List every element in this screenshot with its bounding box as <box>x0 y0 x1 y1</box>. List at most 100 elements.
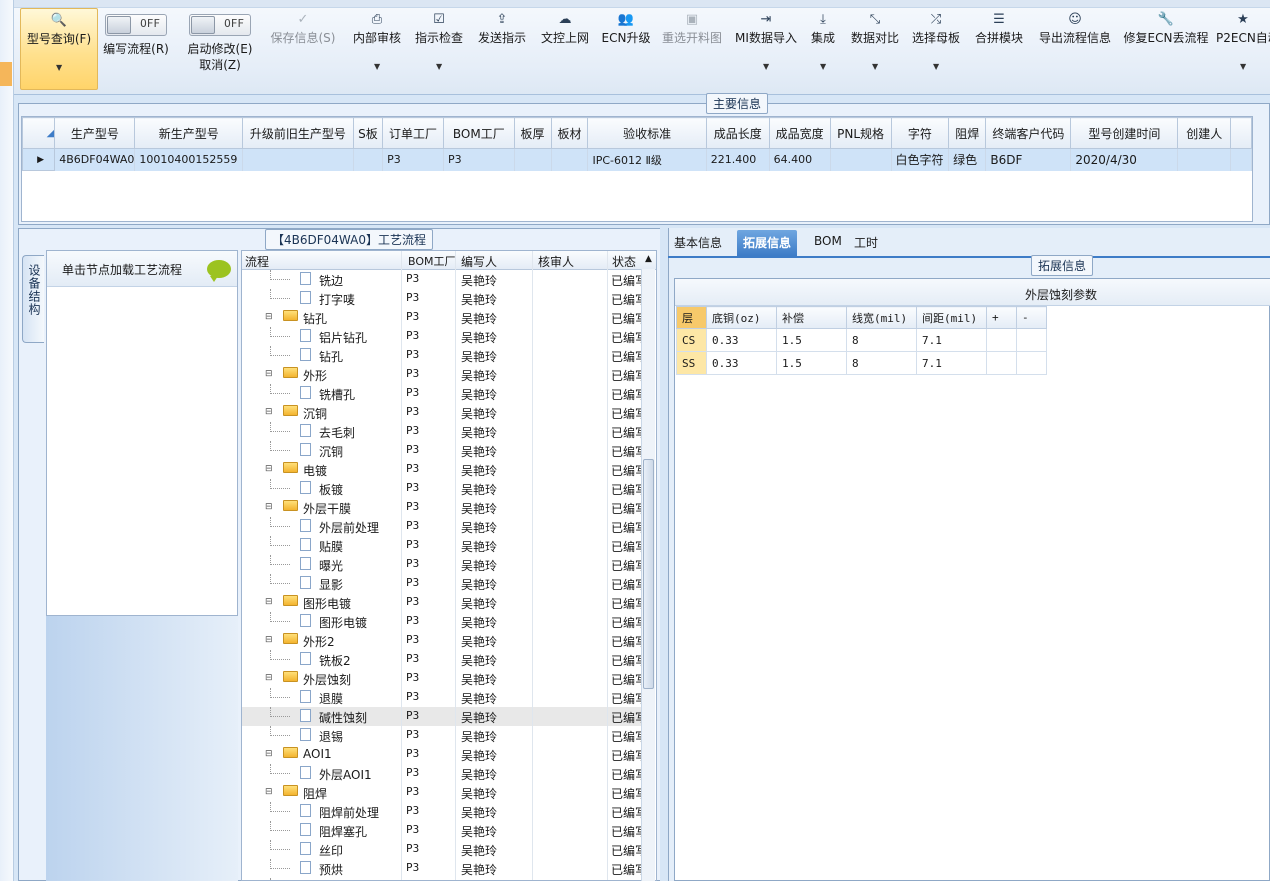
dropdown-arrow-icon[interactable]: ▼ <box>56 63 62 72</box>
integrate-button[interactable]: ⤓ 集成 ▼ <box>806 8 840 90</box>
main-col-header[interactable]: 升级前旧生产型号 <box>242 117 354 149</box>
etch-col-header[interactable]: + <box>986 306 1017 329</box>
tree-node[interactable]: 外层AOI1 P3 吴艳玲 已编写 <box>242 764 647 783</box>
tab-detail[interactable]: BOM <box>808 230 848 256</box>
main-col-header[interactable]: 字符 <box>890 117 950 149</box>
col-status[interactable]: 状态 <box>612 253 636 270</box>
collapse-toggle-icon[interactable]: ⊟ <box>265 464 273 474</box>
tree-node[interactable]: 退膜 P3 吴艳玲 已编写 <box>242 688 647 707</box>
export-flow-button[interactable]: ☺ 导出流程信息 <box>1036 8 1114 90</box>
tree-node[interactable]: 预烘 P3 吴艳玲 已编写 <box>242 859 647 878</box>
tree-node[interactable]: ⊟ 阻焊 P3 吴艳玲 已编写 <box>242 783 647 802</box>
main-col-header[interactable]: BOM工厂 <box>443 117 515 149</box>
etch-cell[interactable]: 1.5 <box>776 328 847 352</box>
etch-cell[interactable]: 7.1 <box>916 328 987 352</box>
etch-col-header[interactable]: - <box>1016 306 1047 329</box>
col-flow[interactable]: 流程 <box>245 253 269 270</box>
dropdown-arrow-icon[interactable]: ▼ <box>872 62 878 71</box>
dropdown-arrow-icon[interactable]: ▼ <box>436 62 442 71</box>
tree-node[interactable]: 碱性蚀刻 P3 吴艳玲 已编写 <box>242 707 647 726</box>
etch-cell[interactable]: 1.5 <box>776 351 847 375</box>
tree-node[interactable]: 去毛刺 P3 吴艳玲 已编写 <box>242 422 647 441</box>
collapse-toggle-icon[interactable]: ⊟ <box>265 635 273 645</box>
start-modify-toggle[interactable]: OFF 启动修改(E) 取消(Z) <box>184 8 256 90</box>
internal-review-button[interactable]: ⎙ 内部审核 ▼ <box>350 8 404 90</box>
main-col-header[interactable]: PNL规格 <box>829 117 892 149</box>
tree-node[interactable]: 图形电镀 P3 吴艳玲 已编写 <box>242 612 647 631</box>
tree-node[interactable]: ⊟ 图形电镀 P3 吴艳玲 已编写 <box>242 593 647 612</box>
table-cell[interactable] <box>830 148 892 171</box>
fix-ecn-button[interactable]: 🔧 修复ECN丢流程 <box>1122 8 1210 90</box>
table-cell[interactable]: 10010400152559 <box>134 148 243 171</box>
tree-node[interactable]: ⊟ 电镀 P3 吴艳玲 已编写 <box>242 460 647 479</box>
etch-col-header[interactable]: 底铜(oz) <box>706 306 777 329</box>
button-sublabel[interactable]: 取消(Z) <box>184 57 256 73</box>
data-compare-button[interactable]: ⤡ 数据对比 ▼ <box>846 8 904 90</box>
tab-detail[interactable]: 工时 <box>848 230 884 256</box>
tree-node[interactable]: 曝光P3吴艳玲已编写 <box>242 555 647 574</box>
tree-node[interactable]: 铣槽孔 P3 吴艳玲 已编写 <box>242 384 647 403</box>
device-structure-tab[interactable]: 设备结构 <box>22 255 44 343</box>
main-col-header[interactable]: 型号创建时间 <box>1070 117 1179 149</box>
table-cell[interactable]: IPC-6012 Ⅱ级 <box>587 148 707 171</box>
etch-cell[interactable]: 7.1 <box>916 351 987 375</box>
tab-detail[interactable]: 基本信息 <box>668 230 728 256</box>
dropdown-arrow-icon[interactable]: ▼ <box>1240 62 1246 71</box>
tree-node[interactable]: 铣边 P3 吴艳玲 已编写 <box>242 270 647 289</box>
etch-cell[interactable]: 8 <box>846 351 917 375</box>
select-master-button[interactable]: ⤮ 选择母板 ▼ <box>910 8 962 90</box>
etch-cell[interactable]: CS <box>676 328 707 352</box>
main-col-header[interactable]: 生产型号 <box>54 117 136 149</box>
table-cell[interactable]: P3 <box>443 148 515 171</box>
tree-node[interactable]: 打字唛 P3 吴艳玲 已编写 <box>242 289 647 308</box>
dropdown-arrow-icon[interactable]: ▼ <box>933 62 939 71</box>
model-query-button[interactable]: 🔍 型号查询(F) ▼ <box>20 8 98 90</box>
main-col-header[interactable]: 终端客户代码 <box>985 117 1072 149</box>
tree-node[interactable]: 退锡 P3 吴艳玲 已编写 <box>242 726 647 745</box>
etch-cell[interactable] <box>1016 351 1047 375</box>
row-indicator-icon[interactable]: ▶ <box>21 148 56 171</box>
dropdown-arrow-icon[interactable]: ▼ <box>763 62 769 71</box>
table-cell[interactable]: 4B6DF04WA0 <box>54 148 136 171</box>
tree-node[interactable]: 铝片钻孔 P3 吴艳玲 已编写 <box>242 327 647 346</box>
merge-module-button[interactable]: ☰ 合拼模块 <box>972 8 1026 90</box>
main-col-header[interactable]: 订单工厂 <box>382 117 445 149</box>
tree-node[interactable]: ⊟ 钻孔 P3 吴艳玲 已编写 <box>242 308 647 327</box>
etch-col-header[interactable]: 间距(mil) <box>916 306 987 329</box>
tree-node[interactable]: 沉铜 P3 吴艳玲 已编写 <box>242 441 647 460</box>
tree-node[interactable]: 铣板2 P3 吴艳玲 已编写 <box>242 650 647 669</box>
collapse-toggle-icon[interactable]: ⊟ <box>265 502 273 512</box>
collapse-toggle-icon[interactable]: ⊟ <box>265 312 273 322</box>
tree-node[interactable]: ⊟ 沉铜 P3 吴艳玲 已编写 <box>242 403 647 422</box>
row-header-corner[interactable]: ◢ <box>21 117 56 149</box>
collapse-toggle-icon[interactable]: ⊟ <box>265 749 273 759</box>
etch-row[interactable]: CS 0.33 1.5 8 7.1 <box>676 328 1047 352</box>
collapse-toggle-icon[interactable]: ⊟ <box>265 787 273 797</box>
table-cell[interactable]: B6DF <box>985 148 1072 171</box>
tree-node[interactable]: ⊟ AOI1 P3 吴艳玲 已编写 <box>242 745 647 764</box>
process-flow-tree[interactable]: 流程 BOM工厂 编写人 核审人 状态 ▲ 铣边 P3 吴艳玲 已编写 打字唛 P3 吴艳玲… <box>241 250 657 881</box>
collapse-toggle-icon[interactable]: ⊟ <box>265 673 273 683</box>
main-col-header[interactable]: 新生产型号 <box>134 117 243 149</box>
main-col-header[interactable]: S板 <box>352 117 384 149</box>
tree-scroll-thumb[interactable] <box>643 459 654 689</box>
table-cell[interactable] <box>551 148 589 171</box>
tree-node[interactable]: 钻孔 P3 吴艳玲 已编写 <box>242 346 647 365</box>
main-col-header[interactable]: 板材 <box>550 117 589 149</box>
tree-node[interactable]: 阻焊前处理 P3 吴艳玲 已编写 <box>242 802 647 821</box>
tree-node[interactable]: ⊟ 外层蚀刻 P3 吴艳玲 已编写 <box>242 669 647 688</box>
table-row[interactable]: ▶ 4B6DF04WA0 10010400152559 P3 P3 IPC-6012 Ⅱ级… <box>21 148 1252 171</box>
etch-cell[interactable]: SS <box>676 351 707 375</box>
tree-node[interactable]: 贴膜 P3 吴艳玲 已编写 <box>242 536 647 555</box>
etch-col-header[interactable]: 线宽(mil) <box>846 306 917 329</box>
tree-scrollbar[interactable] <box>641 269 655 881</box>
col-bom[interactable]: BOM工厂 <box>408 253 456 269</box>
tree-node[interactable]: ⊟ 外层干膜 P3 吴艳玲 已编写 <box>242 498 647 517</box>
etch-col-header[interactable]: 层 <box>676 306 707 329</box>
etch-cell[interactable]: 8 <box>846 328 917 352</box>
etch-row[interactable]: SS 0.33 1.5 8 7.1 <box>676 351 1047 375</box>
main-info-grid[interactable]: ◢ 生产型号 新生产型号 升级前旧生产型号 S板 订单工厂 BOM工厂 板厚 板材 验收标准 成品长… <box>21 116 1253 222</box>
main-col-header[interactable]: 成品宽度 <box>768 117 831 149</box>
col-writer[interactable]: 编写人 <box>461 253 497 270</box>
send-indicator-button[interactable]: ⇪ 发送指示 <box>474 8 530 90</box>
